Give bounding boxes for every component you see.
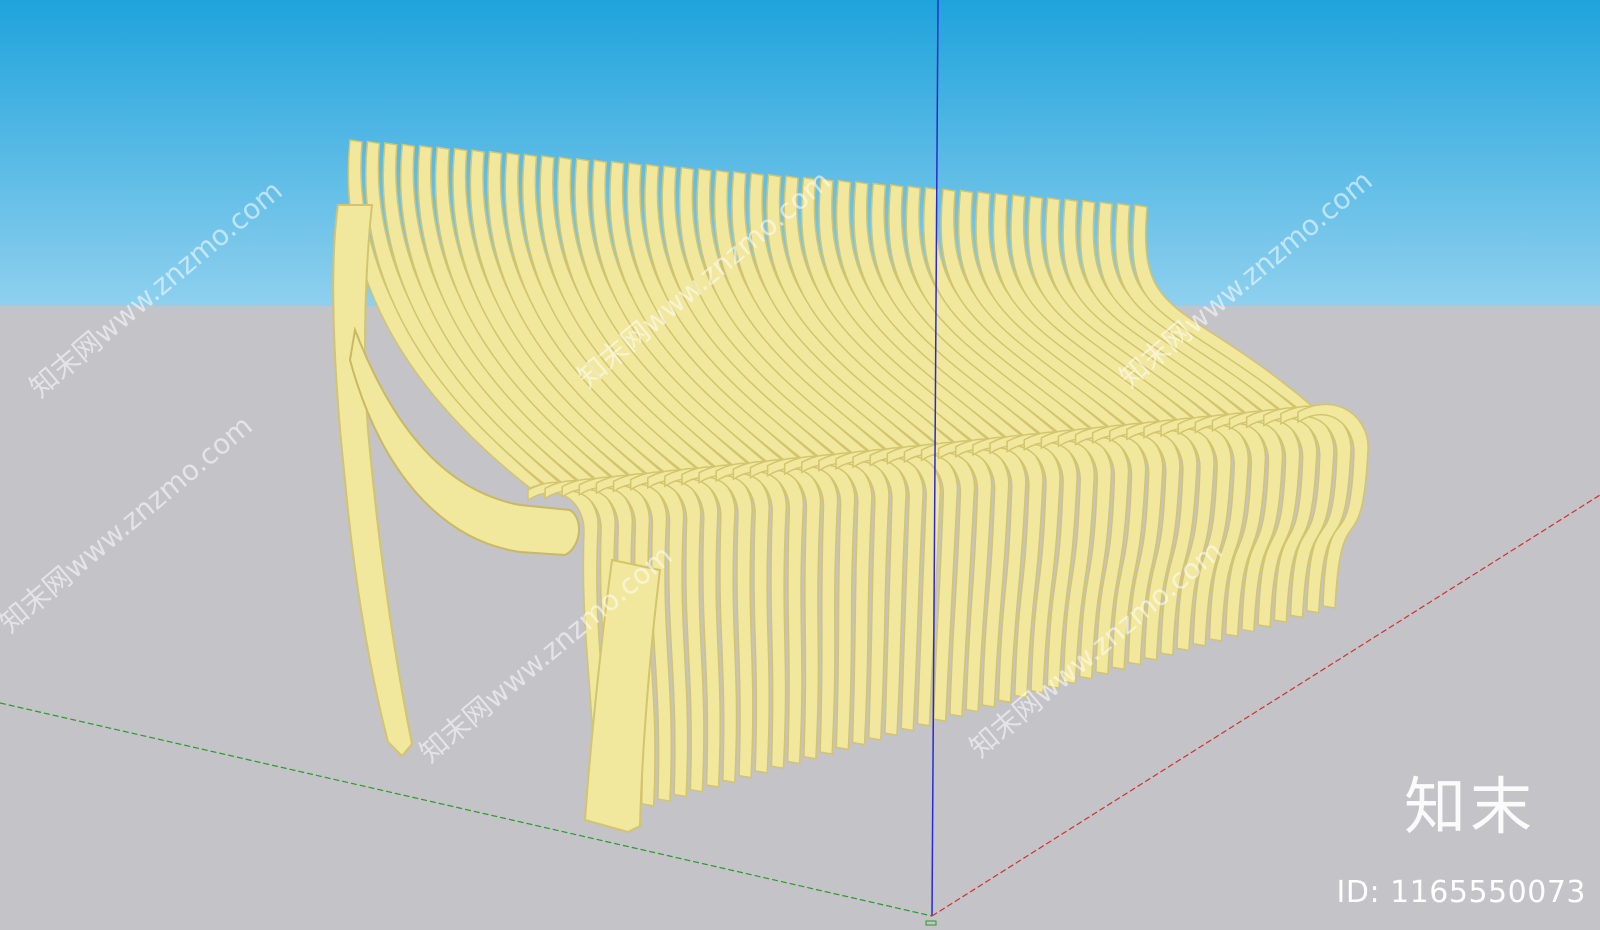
brand-logo-text: 知末 xyxy=(1403,770,1536,843)
image-id-label: ID: 1165550073 xyxy=(1336,875,1586,910)
modeling-viewport[interactable] xyxy=(0,0,1600,930)
